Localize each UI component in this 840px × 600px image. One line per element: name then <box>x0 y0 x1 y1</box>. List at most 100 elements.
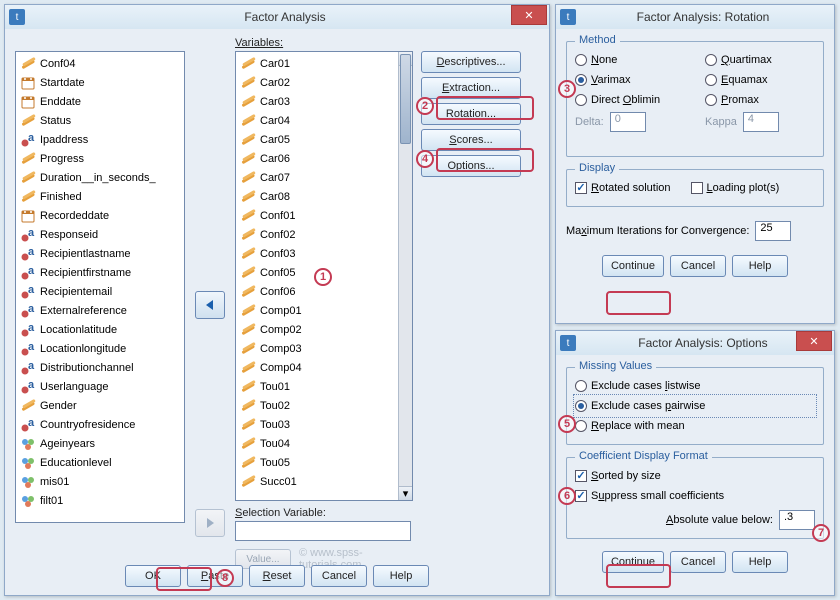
scroll-thumb[interactable] <box>400 54 411 144</box>
radio-quartimax[interactable]: Quartimax <box>705 50 815 70</box>
variable-locationlatitude[interactable]: aLocationlatitude <box>16 320 184 339</box>
radio-none[interactable]: None <box>575 50 695 70</box>
variable-tou05[interactable]: Tou05 <box>236 453 398 472</box>
variable-responseid[interactable]: aResponseid <box>16 225 184 244</box>
variable-userlanguage[interactable]: aUserlanguage <box>16 377 184 396</box>
variable-comp03[interactable]: Comp03 <box>236 339 398 358</box>
variable-car03[interactable]: Car03 <box>236 92 398 111</box>
check-suppress-small[interactable]: Suppress small coefficients <box>575 486 815 506</box>
variable-conf02[interactable]: Conf02 <box>236 225 398 244</box>
reset-button[interactable]: Reset <box>249 565 305 587</box>
variable-startdate[interactable]: Startdate <box>16 73 184 92</box>
variable-finished[interactable]: Finished <box>16 187 184 206</box>
variable-car02[interactable]: Car02 <box>236 73 398 92</box>
radio-exclude-listwise[interactable]: Exclude cases listwise <box>575 376 815 396</box>
cancel-button[interactable]: Cancel <box>670 255 726 277</box>
check-rotated-solution[interactable]: Rotated solution <box>575 178 671 198</box>
descriptives-button[interactable]: Descriptives... <box>421 51 521 73</box>
variable-locationlongitude[interactable]: aLocationlongitude <box>16 339 184 358</box>
help-button[interactable]: Help <box>732 551 788 573</box>
variable-car01[interactable]: Car01 <box>236 54 398 73</box>
variable-succ01[interactable]: Succ01 <box>236 472 398 491</box>
variable-distributionchannel[interactable]: aDistributionchannel <box>16 358 184 377</box>
variable-comp01[interactable]: Comp01 <box>236 301 398 320</box>
var-type-num-icon <box>240 132 256 148</box>
close-icon: ✕ <box>524 9 533 22</box>
continue-button[interactable]: Continue <box>602 551 664 573</box>
scroll-down-button[interactable]: ▾ <box>399 486 412 500</box>
variable-recordeddate[interactable]: Recordeddate <box>16 206 184 225</box>
variable-gender[interactable]: Gender <box>16 396 184 415</box>
variable-tou03[interactable]: Tou03 <box>236 415 398 434</box>
radio-promax[interactable]: Promax <box>705 90 815 110</box>
variable-tou01[interactable]: Tou01 <box>236 377 398 396</box>
help-button[interactable]: Help <box>373 565 429 587</box>
move-to-selection-button <box>195 509 225 537</box>
scores-button[interactable]: Scores... <box>421 129 521 151</box>
var-type-date-icon <box>20 94 36 110</box>
variable-ipaddress[interactable]: aIpaddress <box>16 130 184 149</box>
variable-ageinyears[interactable]: Ageinyears <box>16 434 184 453</box>
triangle-right-icon <box>203 516 217 530</box>
options-button[interactable]: Options... <box>421 155 521 177</box>
variable-conf03[interactable]: Conf03 <box>236 244 398 263</box>
close-button[interactable]: ✕ <box>796 331 832 351</box>
variable-comp04[interactable]: Comp04 <box>236 358 398 377</box>
help-button[interactable]: Help <box>732 255 788 277</box>
variable-recipientfirstname[interactable]: aRecipientfirstname <box>16 263 184 282</box>
var-type-num-icon <box>20 170 36 186</box>
variable-car08[interactable]: Car08 <box>236 187 398 206</box>
display-group: Display Rotated solution Loading plot(s) <box>566 169 824 207</box>
variable-car06[interactable]: Car06 <box>236 149 398 168</box>
variable-duration__in_seconds_[interactable]: Duration__in_seconds_ <box>16 168 184 187</box>
var-type-num-icon <box>240 189 256 205</box>
var-type-str-icon: a <box>20 246 36 262</box>
radio-direct-oblimin[interactable]: Direct Oblimin <box>575 90 695 110</box>
variable-countryofresidence[interactable]: aCountryofresidence <box>16 415 184 434</box>
variable-recipientemail[interactable]: aRecipientemail <box>16 282 184 301</box>
continue-button[interactable]: Continue <box>602 255 664 277</box>
variable-label: filt01 <box>40 495 63 507</box>
variable-car04[interactable]: Car04 <box>236 111 398 130</box>
radio-replace-mean[interactable]: Replace with mean <box>575 416 815 436</box>
variable-enddate[interactable]: Enddate <box>16 92 184 111</box>
variable-conf01[interactable]: Conf01 <box>236 206 398 225</box>
variables-listbox[interactable]: Car01Car02Car03Car04Car05Car06Car07Car08… <box>235 51 413 501</box>
display-legend: Display <box>575 162 619 174</box>
source-variable-listbox[interactable]: Conf04StartdateEnddateStatusaIpaddressPr… <box>15 51 185 523</box>
radio-exclude-pairwise[interactable]: Exclude cases pairwise <box>575 396 815 416</box>
variable-conf06[interactable]: Conf06 <box>236 282 398 301</box>
absolute-value-input[interactable]: .3 <box>779 510 815 530</box>
radio-equamax[interactable]: Equamax <box>705 70 815 90</box>
variable-tou02[interactable]: Tou02 <box>236 396 398 415</box>
scrollbar[interactable]: ▴ ▾ <box>398 52 412 500</box>
variable-car07[interactable]: Car07 <box>236 168 398 187</box>
svg-text:a: a <box>28 132 35 144</box>
selection-variable-input[interactable] <box>235 521 411 541</box>
variable-conf04[interactable]: Conf04 <box>16 54 184 73</box>
rotation-button[interactable]: Rotation... <box>421 103 521 125</box>
cancel-button[interactable]: Cancel <box>311 565 367 587</box>
variable-recipientlastname[interactable]: aRecipientlastname <box>16 244 184 263</box>
cancel-button[interactable]: Cancel <box>670 551 726 573</box>
variable-filt01[interactable]: filt01 <box>16 491 184 510</box>
close-button[interactable]: ✕ <box>511 5 547 25</box>
variable-progress[interactable]: Progress <box>16 149 184 168</box>
variable-tou04[interactable]: Tou04 <box>236 434 398 453</box>
paste-button[interactable]: Paste <box>187 565 243 587</box>
check-sorted-by-size[interactable]: Sorted by size <box>575 466 815 486</box>
extraction-button[interactable]: Extraction... <box>421 77 521 99</box>
maxiter-input[interactable]: 25 <box>755 221 791 241</box>
check-loading-plots[interactable]: Loading plot(s) <box>691 178 780 198</box>
variable-conf05[interactable]: Conf05 <box>236 263 398 282</box>
move-left-button[interactable] <box>195 291 225 319</box>
variable-mis01[interactable]: mis01 <box>16 472 184 491</box>
variable-car05[interactable]: Car05 <box>236 130 398 149</box>
radio-varimax[interactable]: Varimax <box>575 70 695 90</box>
ok-button[interactable]: OK <box>125 565 181 587</box>
variable-externalreference[interactable]: aExternalreference <box>16 301 184 320</box>
variable-label: Conf01 <box>260 210 295 222</box>
variable-educationlevel[interactable]: Educationlevel <box>16 453 184 472</box>
variable-comp02[interactable]: Comp02 <box>236 320 398 339</box>
variable-status[interactable]: Status <box>16 111 184 130</box>
